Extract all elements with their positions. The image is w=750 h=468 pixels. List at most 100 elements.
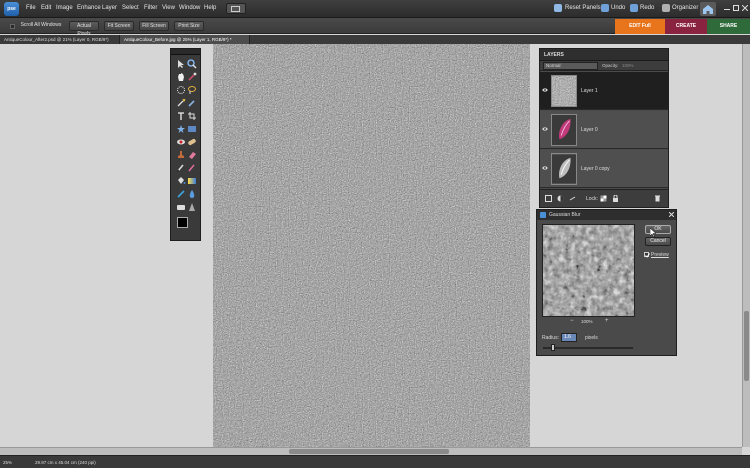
type-tool-icon[interactable] bbox=[176, 111, 186, 121]
app-logo: pse bbox=[4, 2, 19, 16]
dialog-close-icon[interactable] bbox=[669, 212, 674, 217]
sharpen-icon[interactable] bbox=[187, 202, 197, 212]
fit-screen-button[interactable]: Fit Screen bbox=[104, 21, 134, 31]
magic-wand-icon[interactable] bbox=[176, 98, 186, 108]
eraser-icon[interactable] bbox=[187, 150, 197, 160]
radius-units: pixels bbox=[585, 335, 598, 341]
zoom-out-button[interactable]: − bbox=[570, 318, 574, 324]
layer-row[interactable]: Layer 1 bbox=[540, 72, 668, 110]
visibility-eye-icon[interactable] bbox=[542, 165, 548, 171]
menu-view[interactable]: View bbox=[162, 5, 175, 11]
create-tab[interactable]: CREATE bbox=[665, 19, 707, 34]
share-label: SHARE bbox=[719, 23, 738, 29]
document-tab-active[interactable]: AntiqueColour_Before.jpg @ 25% (Layer 1,… bbox=[120, 35, 250, 44]
ok-button[interactable]: OK bbox=[645, 225, 671, 234]
radius-input[interactable]: 1.6 bbox=[561, 333, 577, 342]
scroll-all-windows-checkbox[interactable] bbox=[10, 24, 15, 29]
blend-mode-select[interactable]: Normal bbox=[543, 62, 598, 70]
zoom-in-button[interactable]: + bbox=[605, 318, 609, 324]
straighten-icon[interactable] bbox=[187, 124, 197, 134]
fill-screen-button[interactable]: Fill Screen bbox=[139, 21, 169, 31]
layer-name: Layer 0 copy bbox=[581, 166, 610, 172]
undo-button[interactable]: Undo bbox=[611, 5, 625, 11]
opacity-value[interactable]: 100% bbox=[622, 63, 634, 68]
home-icon bbox=[703, 5, 713, 14]
redo-button[interactable]: Redo bbox=[640, 5, 654, 11]
actual-pixels-button[interactable]: Actual Pixels bbox=[69, 21, 99, 37]
cookie-cutter-icon[interactable] bbox=[176, 124, 186, 134]
document-tab[interactable]: AntiqueColour_After2.psd @ 21% (Layer 0,… bbox=[0, 35, 120, 44]
arrange-windows-button[interactable] bbox=[226, 3, 246, 14]
layer-thumbnail bbox=[551, 153, 577, 185]
horizontal-scroll-thumb[interactable] bbox=[289, 449, 449, 454]
blur-icon[interactable] bbox=[187, 189, 197, 199]
maximize-icon[interactable] bbox=[733, 5, 739, 11]
adjustment-layer-icon[interactable] bbox=[557, 195, 564, 202]
layer-row[interactable]: Layer 0 bbox=[540, 111, 668, 149]
new-layer-icon[interactable] bbox=[545, 195, 552, 202]
hand-tool-icon[interactable] bbox=[176, 72, 186, 82]
dialog-title-bar[interactable]: Gaussian Blur bbox=[537, 210, 676, 220]
layers-panel-header[interactable]: LAYERS bbox=[540, 49, 668, 61]
red-eye-icon[interactable] bbox=[176, 137, 186, 147]
eyedropper-icon[interactable] bbox=[187, 72, 197, 82]
custom-shape-icon[interactable] bbox=[176, 189, 186, 199]
status-zoom[interactable]: 25% bbox=[3, 460, 12, 465]
menu-filter[interactable]: Filter bbox=[144, 5, 157, 11]
marquee-icon[interactable] bbox=[176, 85, 186, 95]
foreground-color[interactable] bbox=[177, 217, 188, 228]
zoom-tool-icon[interactable] bbox=[187, 59, 197, 69]
document-image[interactable] bbox=[213, 44, 530, 447]
sponge-icon[interactable] bbox=[176, 202, 186, 212]
edit-full-tab[interactable]: EDIT Full bbox=[615, 19, 665, 34]
crop-tool-icon[interactable] bbox=[187, 111, 197, 121]
print-size-button[interactable]: Print Size bbox=[174, 21, 204, 31]
layer-row[interactable]: Layer 0 copy bbox=[540, 150, 668, 188]
mouse-cursor-icon bbox=[650, 228, 657, 237]
brush-icon[interactable] bbox=[176, 163, 186, 173]
lasso-icon[interactable] bbox=[187, 85, 197, 95]
vertical-scrollbar[interactable] bbox=[742, 44, 750, 447]
toolbox-header[interactable] bbox=[171, 49, 200, 55]
status-bar: 25% 29.97 cm x 45.04 cm (240 ppi) bbox=[0, 455, 750, 468]
vertical-scroll-thumb[interactable] bbox=[744, 311, 749, 381]
delete-layer-icon[interactable] bbox=[654, 195, 661, 202]
horizontal-scrollbar[interactable] bbox=[0, 447, 742, 455]
share-tab[interactable]: SHARE bbox=[707, 19, 750, 34]
edit-full-label: EDIT Full bbox=[629, 23, 651, 29]
create-label: CREATE bbox=[675, 23, 697, 29]
visibility-eye-icon[interactable] bbox=[542, 126, 548, 132]
menu-layer[interactable]: Layer bbox=[102, 5, 117, 11]
smart-brush-icon[interactable] bbox=[187, 163, 197, 173]
clone-stamp-icon[interactable] bbox=[176, 150, 186, 160]
move-tool-icon[interactable] bbox=[176, 59, 186, 69]
menu-help[interactable]: Help bbox=[204, 5, 216, 11]
paint-bucket-icon[interactable] bbox=[176, 176, 186, 186]
layers-options: Normal Opacity: 100% bbox=[540, 61, 668, 71]
cancel-button[interactable]: Cancel bbox=[645, 237, 671, 246]
lock-icon[interactable] bbox=[612, 195, 619, 202]
menu-select[interactable]: Select bbox=[122, 5, 139, 11]
reset-panels-button[interactable]: Reset Panels bbox=[565, 5, 601, 11]
lock-transparency-icon[interactable] bbox=[600, 195, 607, 202]
minimize-icon[interactable] bbox=[724, 5, 730, 11]
gradient-icon[interactable] bbox=[187, 176, 197, 186]
visibility-eye-icon[interactable] bbox=[542, 87, 548, 93]
link-layers-icon[interactable] bbox=[569, 195, 576, 202]
preview-checkbox[interactable] bbox=[644, 252, 650, 258]
radius-slider-track[interactable] bbox=[543, 347, 633, 349]
menu-window[interactable]: Window bbox=[179, 5, 200, 11]
close-icon[interactable] bbox=[742, 5, 748, 11]
document-tab-label: AntiqueColour_After2.psd @ 21% (Layer 0,… bbox=[4, 37, 109, 42]
home-button[interactable] bbox=[700, 2, 716, 16]
menu-enhance[interactable]: Enhance bbox=[77, 5, 101, 11]
radius-slider-thumb[interactable] bbox=[551, 344, 555, 351]
healing-brush-icon[interactable] bbox=[187, 137, 197, 147]
quick-selection-icon[interactable] bbox=[187, 98, 197, 108]
menu-edit[interactable]: Edit bbox=[41, 5, 51, 11]
menu-image[interactable]: Image bbox=[56, 5, 73, 11]
organizer-button[interactable]: Organizer bbox=[672, 5, 698, 11]
menu-file[interactable]: File bbox=[26, 5, 36, 11]
blur-preview[interactable] bbox=[542, 224, 635, 317]
checkmark-icon bbox=[645, 253, 650, 258]
